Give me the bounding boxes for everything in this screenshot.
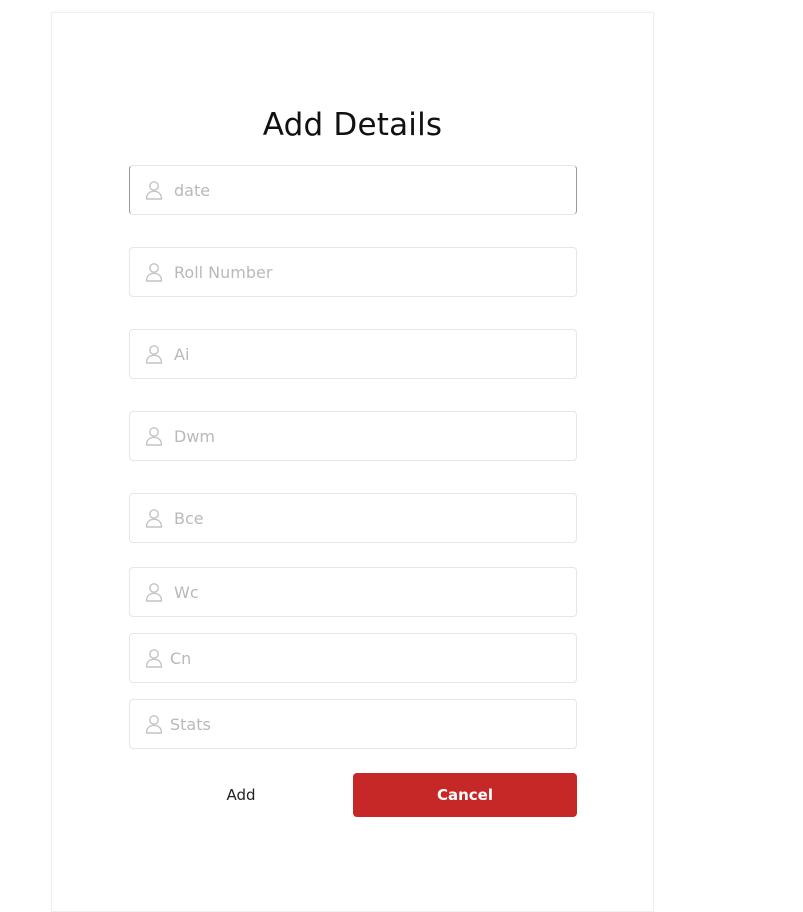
stats-field[interactable] (129, 699, 577, 749)
user-icon (145, 648, 163, 668)
wc-field[interactable] (129, 567, 577, 617)
user-icon (145, 344, 163, 364)
cancel-button[interactable]: Cancel (353, 773, 577, 817)
cn-input[interactable] (170, 634, 566, 682)
add-button[interactable]: Add (129, 773, 353, 817)
ai-input[interactable] (174, 330, 566, 378)
cn-field[interactable] (129, 633, 577, 683)
roll-number-input[interactable] (174, 248, 566, 296)
user-icon (145, 262, 163, 282)
dwm-field[interactable] (129, 411, 577, 461)
user-icon (145, 508, 163, 528)
dwm-input[interactable] (174, 412, 566, 460)
user-icon (145, 426, 163, 446)
wc-input[interactable] (174, 568, 566, 616)
ai-field[interactable] (129, 329, 577, 379)
date-input[interactable] (174, 166, 566, 214)
bce-input[interactable] (174, 494, 566, 542)
user-icon (145, 714, 163, 734)
page-title: Add Details (262, 107, 443, 143)
roll-number-field[interactable] (129, 247, 577, 297)
user-icon (145, 582, 163, 602)
stats-input[interactable] (170, 700, 566, 748)
user-icon (145, 180, 163, 200)
bce-field[interactable] (129, 493, 577, 543)
add-details-card: Add Details date Roll Number Ai Dwm Bce … (51, 12, 654, 912)
date-field[interactable] (129, 165, 577, 215)
